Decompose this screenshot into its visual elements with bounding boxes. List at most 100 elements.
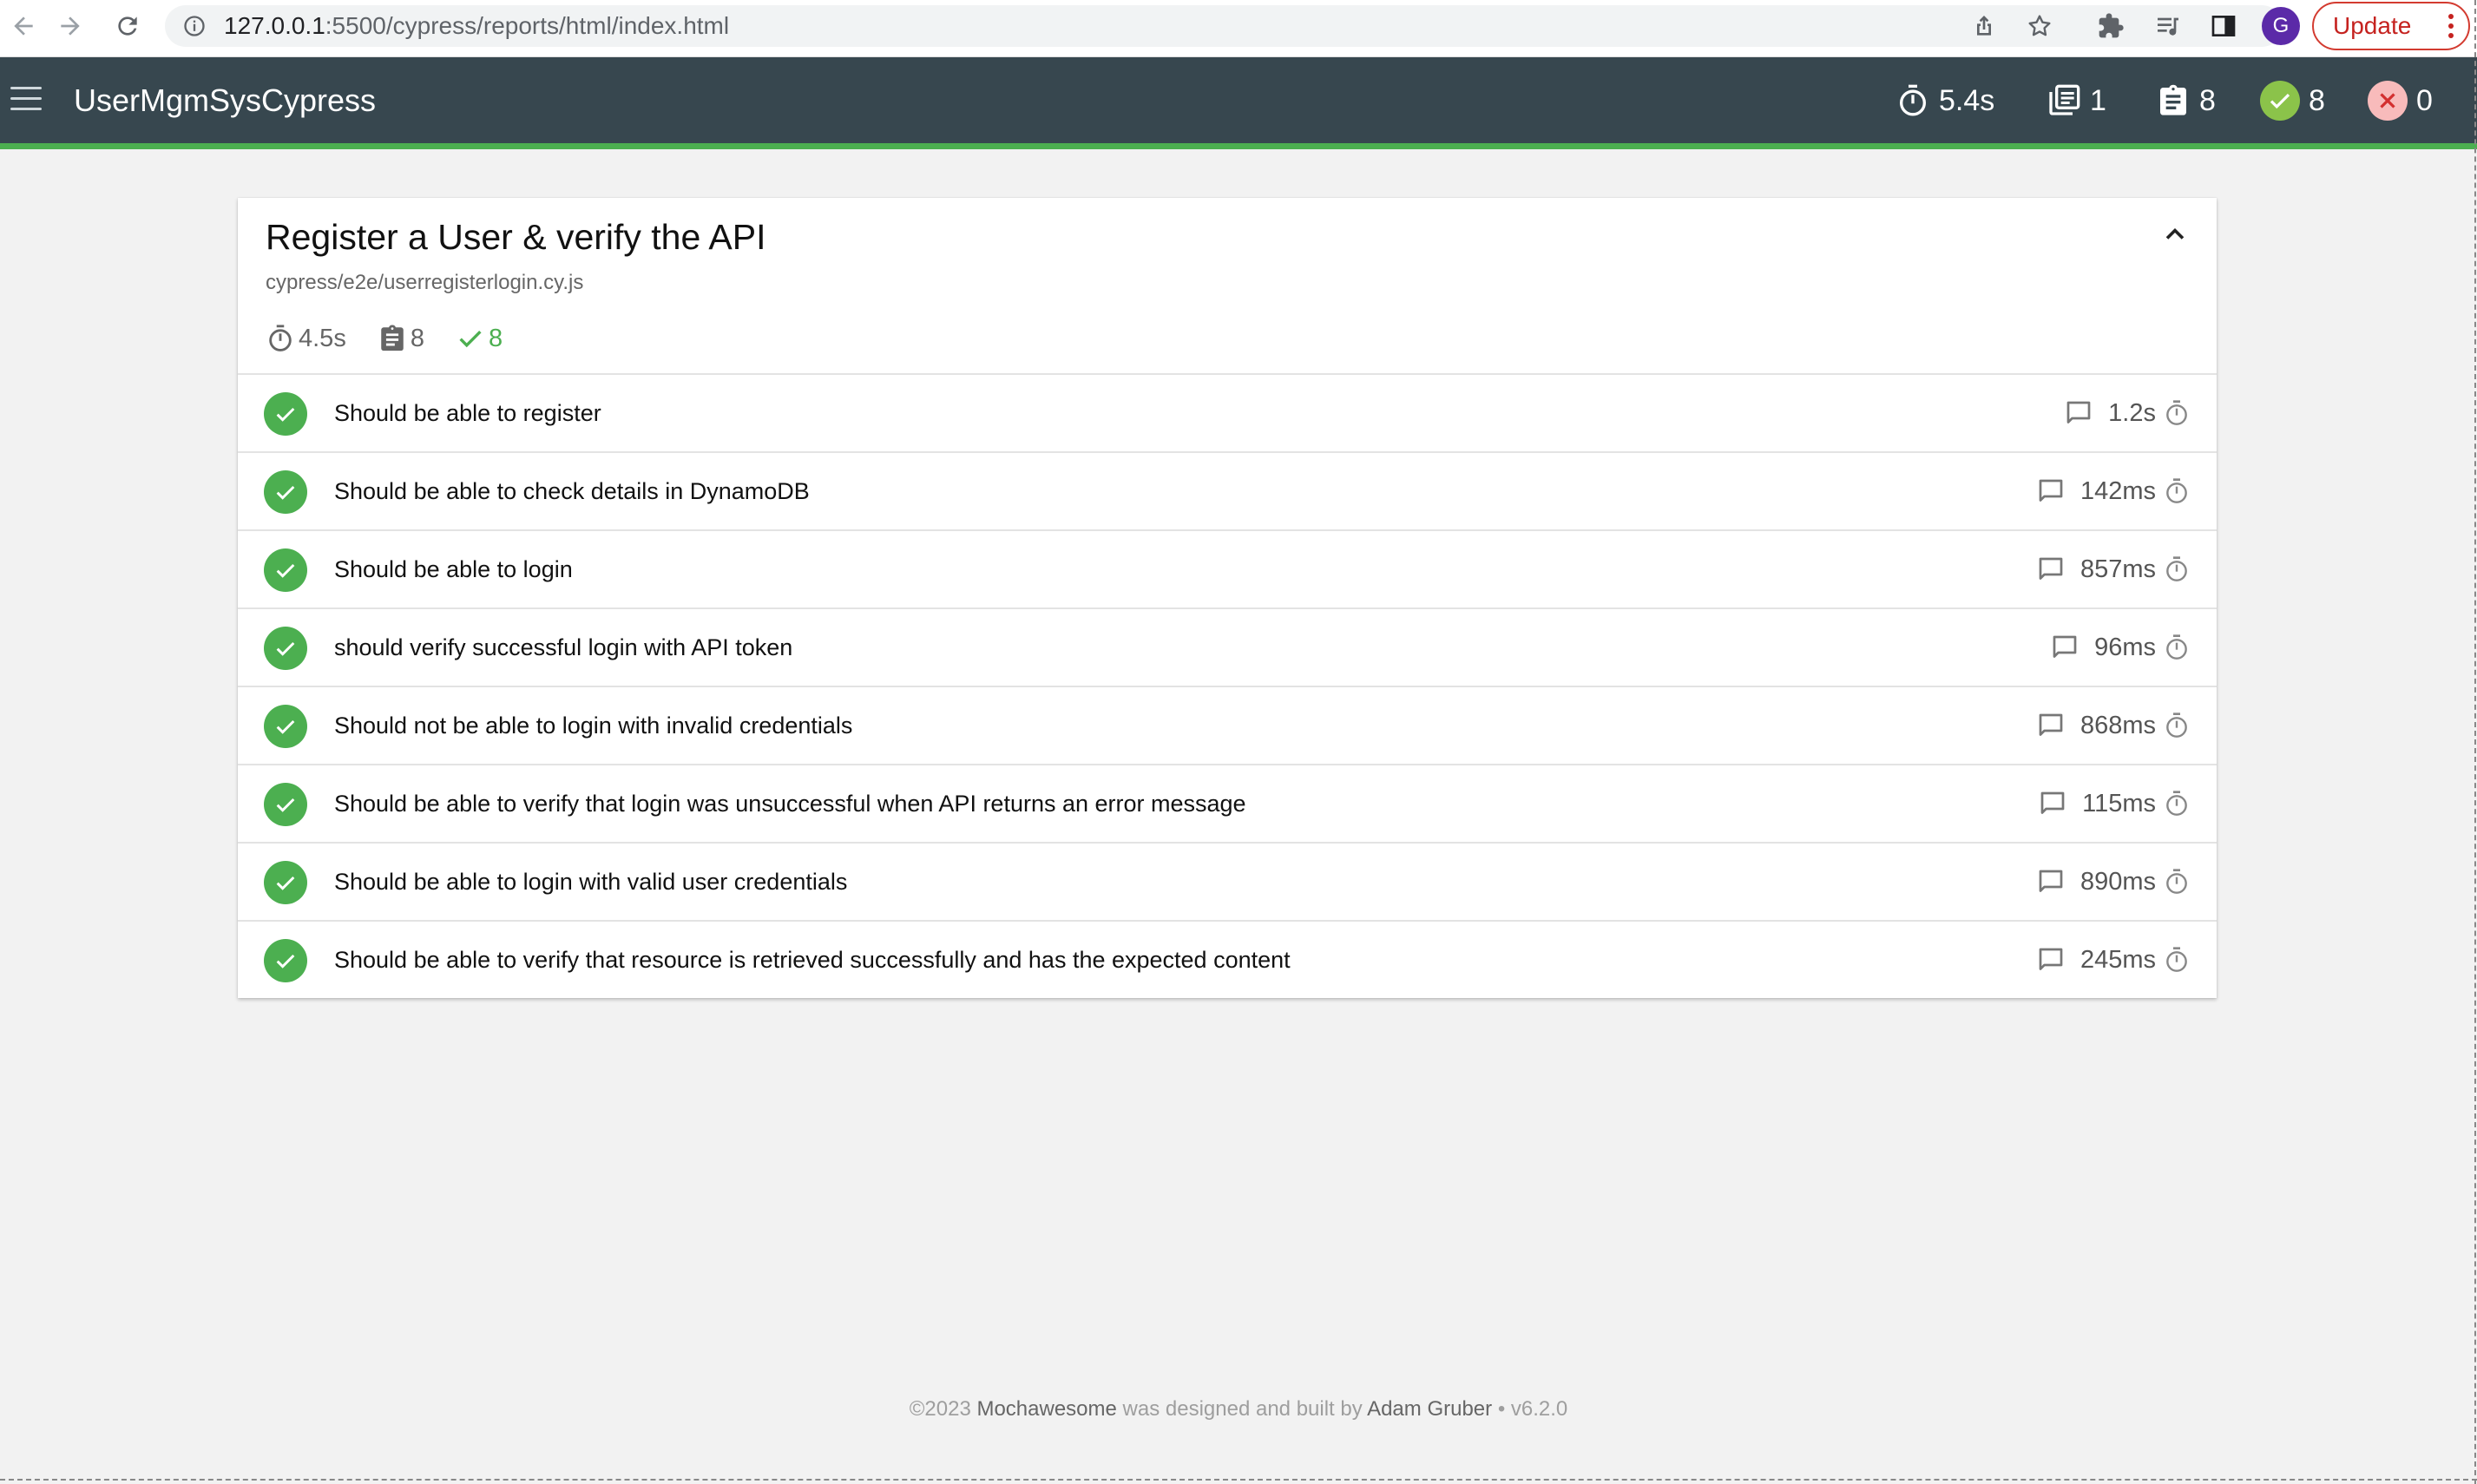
test-title: Should not be able to login with invalid…: [334, 712, 853, 739]
reload-icon: [118, 16, 137, 36]
timer-icon: [2166, 400, 2187, 425]
test-meta: 868ms: [2035, 687, 2191, 764]
test-title: Should be able to verify that login was …: [334, 791, 1246, 817]
url-text[interactable]: 127.0.0.1:5500/cypress/reports/html/inde…: [224, 5, 729, 47]
test-meta: 1.2s: [2063, 375, 2191, 451]
passed-check-icon: [264, 705, 307, 748]
test-duration: 890ms: [2079, 867, 2156, 896]
assignment-icon: [2160, 84, 2186, 115]
suite-summary: 4.5s 8 8: [266, 319, 534, 358]
stat-passed[interactable]: 8: [2260, 57, 2325, 144]
report-title: UserMgmSysCypress: [74, 82, 377, 118]
timer-icon: [2166, 869, 2187, 894]
test-row[interactable]: Should be able to login with valid user …: [238, 842, 2217, 920]
test-title: Should be able to check details in Dynam…: [334, 478, 810, 504]
arrow-left-icon: [14, 16, 33, 36]
test-row[interactable]: Should be able to verify that resource i…: [238, 920, 2217, 998]
footer-copyright: ©2023: [909, 1397, 971, 1421]
viewport-border-right: [2474, 0, 2476, 1484]
footer-author-link[interactable]: Adam Gruber: [1367, 1397, 1492, 1421]
timer-icon: [269, 325, 292, 351]
stat-duration[interactable]: 5.4s: [1896, 57, 1994, 144]
test-duration: 245ms: [2079, 945, 2156, 974]
suite-file-path: cypress/e2e/userregisterlogin.cy.js: [266, 271, 584, 294]
test-meta: 96ms: [2049, 609, 2191, 686]
comment-icon[interactable]: [2035, 866, 2066, 897]
back-button[interactable]: [0, 0, 47, 52]
test-row[interactable]: Should not be able to login with invalid…: [238, 686, 2217, 764]
passed-check-icon: [264, 783, 307, 826]
comment-icon[interactable]: [2035, 476, 2066, 507]
suite-title: Register a User & verify the API: [266, 217, 766, 257]
side-panel-icon[interactable]: [2210, 12, 2237, 40]
failed-close-icon: [2368, 81, 2408, 121]
test-title: Should be able to login with valid user …: [334, 869, 848, 895]
test-meta: 890ms: [2035, 844, 2191, 920]
forward-button[interactable]: [47, 0, 94, 52]
star-icon[interactable]: [2026, 12, 2053, 40]
viewport-border-bottom: [0, 1479, 2477, 1481]
test-duration: 857ms: [2079, 555, 2156, 583]
report-footer: ©2023 Mochawesome was designed and built…: [0, 1397, 2477, 1422]
timer-icon: [2166, 634, 2187, 660]
assignment-icon: [381, 325, 404, 351]
stat-suites[interactable]: 1: [2047, 57, 2106, 144]
footer-brand-link[interactable]: Mochawesome: [976, 1397, 1116, 1421]
suite-header: Register a User & verify the API cypress…: [238, 198, 2217, 373]
test-meta: 115ms: [2037, 765, 2191, 842]
stat-failed[interactable]: 0: [2368, 57, 2433, 144]
suite-test-count: 8: [378, 324, 424, 353]
test-list: Should be able to register 1.2s Should b…: [238, 373, 2217, 998]
reload-button[interactable]: [104, 0, 151, 52]
comment-icon[interactable]: [2035, 944, 2066, 975]
passed-check-icon: [264, 627, 307, 670]
comment-icon[interactable]: [2037, 788, 2068, 819]
library-books-icon: [2049, 84, 2080, 115]
update-button[interactable]: Update: [2312, 2, 2470, 50]
passed-check-icon: [2260, 81, 2300, 121]
profile-avatar[interactable]: G: [2262, 7, 2300, 45]
timer-icon: [1900, 84, 1926, 116]
update-button-label: Update: [2333, 12, 2412, 39]
passed-check-icon: [264, 939, 307, 982]
media-playlist-icon[interactable]: [2154, 12, 2182, 40]
suite-test-count-value: 8: [410, 324, 424, 352]
extensions-puzzle-icon[interactable]: [2097, 12, 2125, 40]
test-row[interactable]: Should be able to register 1.2s: [238, 373, 2217, 451]
test-duration: 1.2s: [2108, 398, 2156, 427]
stat-tests[interactable]: 8: [2156, 57, 2216, 144]
test-title: Should be able to verify that resource i…: [334, 947, 1291, 973]
test-meta: 245ms: [2035, 922, 2191, 998]
test-row[interactable]: Should be able to verify that login was …: [238, 764, 2217, 842]
stat-duration-value: 5.4s: [1939, 83, 1995, 117]
passed-check-icon: [264, 392, 307, 436]
test-duration: 96ms: [2094, 633, 2156, 661]
comment-icon[interactable]: [2035, 554, 2066, 585]
comment-icon[interactable]: [2063, 397, 2094, 429]
test-row[interactable]: Should be able to login 857ms: [238, 529, 2217, 607]
test-duration: 868ms: [2079, 711, 2156, 739]
test-meta: 857ms: [2035, 531, 2191, 607]
suite-card: Register a User & verify the API cypress…: [238, 198, 2217, 998]
share-icon[interactable]: [1970, 12, 1998, 40]
timer-icon: [2166, 791, 2187, 816]
check-icon: [459, 331, 482, 348]
comment-icon[interactable]: [2049, 632, 2080, 663]
passed-check-icon: [264, 470, 307, 514]
test-duration: 142ms: [2079, 476, 2156, 505]
arrow-right-icon: [61, 16, 80, 36]
test-row[interactable]: Should be able to check details in Dynam…: [238, 451, 2217, 529]
test-row[interactable]: should verify successful login with API …: [238, 607, 2217, 686]
stat-passed-value: 8: [2309, 83, 2325, 117]
timer-icon: [2166, 947, 2187, 972]
comment-icon[interactable]: [2035, 710, 2066, 741]
collapse-suite-button[interactable]: [2159, 219, 2191, 250]
suite-duration: 4.5s: [266, 324, 346, 353]
address-bar[interactable]: 127.0.0.1:5500/cypress/reports/html/inde…: [165, 5, 2283, 47]
url-host: 127.0.0.1: [224, 12, 325, 39]
info-icon[interactable]: [182, 14, 207, 38]
report-navbar: UserMgmSysCypress 5.4s 1 8 8 0: [0, 57, 2477, 149]
footer-version: • v6.2.0: [1497, 1397, 1568, 1421]
more-vert-icon: [2447, 14, 2454, 38]
menu-icon[interactable]: [10, 87, 42, 113]
